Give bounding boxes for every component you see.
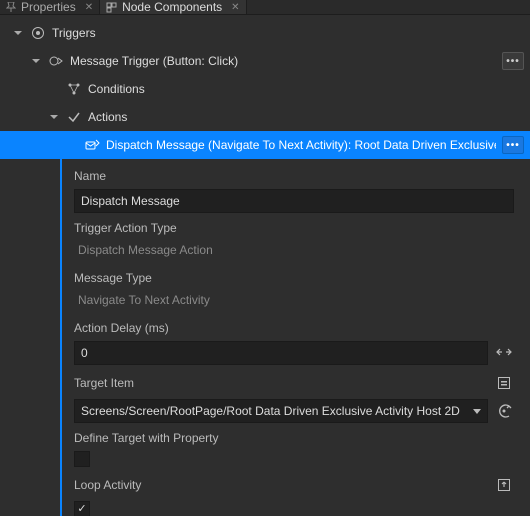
details-panel: Name Trigger Action Type Dispatch Messag… [60,159,524,516]
label-name: Name [74,169,514,183]
node-label: Dispatch Message (Navigate To Next Activ… [106,138,496,152]
expander-icon[interactable] [12,27,24,39]
close-icon[interactable]: ✕ [85,2,93,13]
actions-icon [66,109,82,125]
tree-row-actions[interactable]: Actions [0,103,530,131]
label-loop-activity-text: Loop Activity [74,478,141,492]
node-label: Conditions [88,82,524,96]
tab-node-components[interactable]: Node Components ✕ [100,0,246,14]
value-message-type: Navigate To Next Activity [74,291,514,313]
dispatch-icon [84,137,100,153]
expander-icon[interactable] [48,111,60,123]
panel-root: Properties ✕ Node Components ✕ Triggers [0,0,530,516]
tab-label: Properties [21,0,76,14]
pin-icon [6,2,16,12]
locate-target-icon[interactable] [494,401,514,421]
label-target-item: Target Item [74,373,514,393]
target-item-value: Screens/Screen/RootPage/Root Data Driven… [81,404,460,418]
tab-properties[interactable]: Properties ✕ [0,0,100,14]
triggers-icon [30,25,46,41]
value-trigger-action-type: Dispatch Message Action [74,241,514,263]
name-input[interactable] [74,189,514,213]
tab-bar: Properties ✕ Node Components ✕ [0,0,530,15]
node-label: Triggers [52,26,524,40]
more-button[interactable]: ••• [502,136,524,154]
target-item-select[interactable]: Screens/Screen/RootPage/Root Data Driven… [74,399,488,423]
node-component-icon [106,2,117,13]
tree-row-conditions[interactable]: Conditions [0,75,530,103]
component-tree: Triggers Message Trigger (Button: Click)… [0,15,530,159]
tree-row-triggers[interactable]: Triggers [0,19,530,47]
label-loop-activity: Loop Activity [74,475,514,495]
define-target-checkbox[interactable] [74,451,90,467]
link-arrows-icon[interactable] [494,343,514,363]
label-trigger-action-type: Trigger Action Type [74,221,514,235]
loop-activity-checkbox[interactable] [74,501,90,516]
label-define-target: Define Target with Property [74,431,514,445]
message-trigger-icon [48,53,64,69]
label-target-item-text: Target Item [74,376,134,390]
expander-icon[interactable] [30,55,42,67]
tab-label: Node Components [122,0,222,14]
label-message-type: Message Type [74,271,514,285]
export-property-icon[interactable] [494,475,514,495]
node-label: Message Trigger (Button: Click) [70,54,496,68]
close-icon[interactable]: ✕ [231,2,239,13]
tree-row-dispatch-message[interactable]: Dispatch Message (Navigate To Next Activ… [0,131,530,159]
more-button[interactable]: ••• [502,52,524,70]
tree-row-message-trigger[interactable]: Message Trigger (Button: Click) ••• [0,47,530,75]
label-action-delay: Action Delay (ms) [74,321,514,335]
conditions-icon [66,81,82,97]
browse-target-icon[interactable] [494,373,514,393]
node-label: Actions [88,110,524,124]
action-delay-input[interactable] [74,341,488,365]
